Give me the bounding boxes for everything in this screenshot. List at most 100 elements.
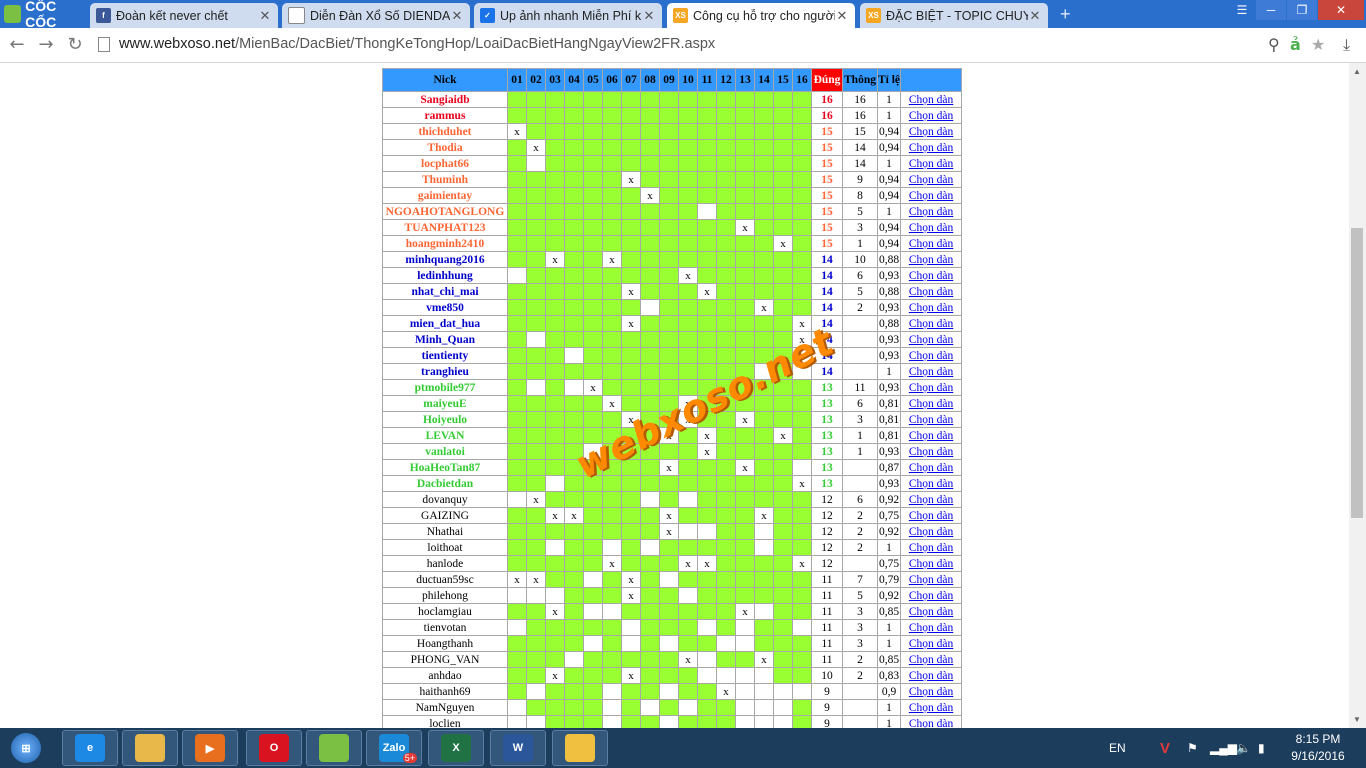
- chon-dan-link[interactable]: Chọn dàn: [909, 190, 953, 202]
- scroll-up-icon[interactable]: ▲: [1353, 67, 1361, 76]
- chon-dan-link[interactable]: Chọn dàn: [909, 254, 953, 266]
- chon-dan-link[interactable]: Chọn dàn: [909, 542, 953, 554]
- number-cell: [602, 667, 622, 684]
- zoom-icon[interactable]: ⚲: [1268, 34, 1280, 56]
- chon-dan-link[interactable]: Chọn dàn: [909, 238, 953, 250]
- download-icon[interactable]: ⤓: [1343, 34, 1350, 56]
- bookmark-star-icon[interactable]: ★: [1311, 34, 1325, 56]
- chon-dan-link[interactable]: Chọn dàn: [909, 366, 953, 378]
- maximize-button[interactable]: ❐: [1287, 0, 1317, 20]
- chon-dan-link[interactable]: Chọn dàn: [909, 318, 953, 330]
- chon-dan-link[interactable]: Chọn dàn: [909, 110, 953, 122]
- tab-close-icon[interactable]: ✕: [642, 8, 656, 24]
- chon-dan-link[interactable]: Chọn dàn: [909, 286, 953, 298]
- tab-close-icon[interactable]: ✕: [258, 8, 272, 24]
- tile-cell: 0,94: [876, 235, 902, 252]
- tab-close-icon[interactable]: ✕: [1028, 8, 1042, 24]
- translate-icon[interactable]: ả: [1290, 34, 1301, 56]
- nick-cell: vme850: [382, 299, 508, 316]
- taskbar-app[interactable]: [122, 730, 178, 766]
- new-tab-button[interactable]: +: [1060, 5, 1078, 23]
- close-window-button[interactable]: ✕: [1318, 0, 1364, 20]
- vertical-scrollbar[interactable]: ▲ ▼: [1349, 63, 1366, 728]
- number-cell: [545, 411, 565, 428]
- forward-button[interactable]: →: [35, 34, 57, 56]
- chon-dan-link[interactable]: Chọn dàn: [909, 446, 953, 458]
- chon-dan-link[interactable]: Chọn dàn: [909, 350, 953, 362]
- number-cell: [564, 315, 584, 332]
- number-cell: [545, 587, 565, 604]
- taskbar-app[interactable]: X: [428, 730, 484, 766]
- browser-tab[interactable]: Diễn Đàn Xổ Số DIENDAN ✕: [282, 3, 470, 28]
- chon-dan-link[interactable]: Chọn dàn: [909, 382, 953, 394]
- scrollbar-thumb[interactable]: [1351, 228, 1363, 518]
- number-cell: [621, 539, 641, 556]
- taskbar-app[interactable]: ▶: [182, 730, 238, 766]
- chon-dan-link[interactable]: Chọn dàn: [909, 174, 953, 186]
- antivirus-tray-icon[interactable]: V: [1160, 728, 1170, 768]
- chon-dan-link[interactable]: Chọn dàn: [909, 430, 953, 442]
- chon-dan-link[interactable]: Chọn dàn: [909, 606, 953, 618]
- tab-close-icon[interactable]: ✕: [450, 8, 464, 24]
- chon-dan-link[interactable]: Chọn dàn: [909, 398, 953, 410]
- taskbar-app[interactable]: O: [246, 730, 302, 766]
- chon-dan-link[interactable]: Chọn dàn: [909, 462, 953, 474]
- menu-icon[interactable]: ☰: [1230, 0, 1254, 20]
- chon-dan-link[interactable]: Chọn dàn: [909, 622, 953, 634]
- chon-dan-link[interactable]: Chọn dàn: [909, 414, 953, 426]
- chon-dan-link[interactable]: Chọn dàn: [909, 126, 953, 138]
- taskbar-app[interactable]: W: [490, 730, 546, 766]
- browser-logo[interactable]: CỐC CỐC: [0, 0, 88, 30]
- tile-cell: 0,93: [876, 331, 902, 348]
- chon-dan-link[interactable]: Chọn dàn: [909, 526, 953, 538]
- number-cell: [564, 555, 584, 572]
- reload-button[interactable]: ↻: [64, 34, 86, 56]
- number-cell: [716, 443, 736, 460]
- chon-dan-link[interactable]: Chọn dàn: [909, 302, 953, 314]
- browser-tab[interactable]: ✓ Up ảnh nhanh Miễn Phí khô ✕: [474, 3, 662, 28]
- number-cell: [678, 699, 698, 716]
- chon-dan-link[interactable]: Chọn dàn: [909, 158, 953, 170]
- chon-dan-link[interactable]: Chọn dàn: [909, 558, 953, 570]
- volume-tray-icon[interactable]: 🔈: [1236, 728, 1251, 768]
- number-cell: [583, 347, 603, 364]
- tab-close-icon[interactable]: ✕: [835, 8, 849, 24]
- nick-cell: Sangiaidb: [382, 91, 508, 108]
- chon-dan-link[interactable]: Chọn dàn: [909, 590, 953, 602]
- chon-dan-link[interactable]: Chọn dàn: [909, 654, 953, 666]
- back-button[interactable]: ←: [6, 34, 28, 56]
- windows-start-icon: ⊞: [11, 733, 41, 763]
- chon-dan-link[interactable]: Chọn dàn: [909, 510, 953, 522]
- browser-tab[interactable]: XS Công cụ hỗ trợ cho người ✕: [667, 3, 855, 28]
- chon-dan-link[interactable]: Chọn dàn: [909, 702, 953, 714]
- chon-dan-link[interactable]: Chọn dàn: [909, 142, 953, 154]
- start-button[interactable]: ⊞: [2, 730, 50, 766]
- chon-dan-link[interactable]: Chọn dàn: [909, 222, 953, 234]
- chon-dan-link[interactable]: Chọn dàn: [909, 670, 953, 682]
- taskbar-app[interactable]: Zalo 5+: [366, 730, 422, 766]
- url-field[interactable]: www.webxoso.net/MienBac/DacBiet/ThongKeT…: [119, 36, 715, 52]
- chon-dan-link[interactable]: Chọn dàn: [909, 638, 953, 650]
- taskbar-app[interactable]: e: [62, 730, 118, 766]
- taskbar-app[interactable]: [306, 730, 362, 766]
- taskbar-app[interactable]: [552, 730, 608, 766]
- system-clock[interactable]: 8:15 PM 9/16/2016: [1268, 731, 1366, 765]
- chon-dan-link[interactable]: Chọn dàn: [909, 334, 953, 346]
- chon-dan-link[interactable]: Chọn dàn: [909, 270, 953, 282]
- chon-dan-link[interactable]: Chọn dàn: [909, 574, 953, 586]
- dung-cell: 14: [811, 251, 843, 268]
- browser-tab[interactable]: f Đoàn kết never chết ✕: [90, 3, 278, 28]
- chon-dan-link[interactable]: Chọn dàn: [909, 206, 953, 218]
- network-tray-icon[interactable]: ▂▄▆: [1210, 728, 1237, 768]
- chon-dan-link[interactable]: Chọn dàn: [909, 94, 953, 106]
- flag-tray-icon[interactable]: ⚑: [1187, 728, 1198, 768]
- minimize-button[interactable]: ─: [1256, 0, 1286, 20]
- language-indicator[interactable]: EN: [1109, 728, 1126, 768]
- chon-dan-link[interactable]: Chọn dàn: [909, 718, 953, 729]
- battery-tray-icon[interactable]: ▮: [1258, 728, 1265, 768]
- browser-tab[interactable]: XS ĐẶC BIỆT - TOPIC CHUYÊN✕: [860, 3, 1048, 28]
- chon-dan-link[interactable]: Chọn dàn: [909, 686, 953, 698]
- chon-dan-link[interactable]: Chọn dàn: [909, 494, 953, 506]
- scroll-down-icon[interactable]: ▼: [1353, 715, 1361, 724]
- chon-dan-link[interactable]: Chọn dàn: [909, 478, 953, 490]
